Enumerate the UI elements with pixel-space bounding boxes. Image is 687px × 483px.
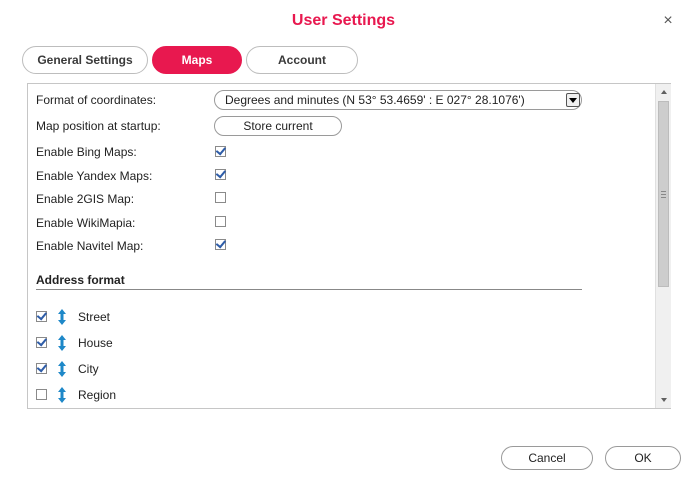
tab-maps[interactable]: Maps (152, 46, 242, 74)
ok-button[interactable]: OK (605, 446, 681, 470)
address-city-label: City (78, 362, 99, 376)
scroll-down-arrow-icon[interactable] (656, 392, 671, 408)
format-coordinates-select[interactable]: Degrees and minutes (N 53° 53.4659' : E … (214, 90, 582, 110)
address-city-checkbox[interactable] (36, 363, 47, 374)
maps-settings-content: Format of coordinates: Degrees and minut… (28, 84, 655, 408)
format-coordinates-label: Format of coordinates: (36, 93, 157, 107)
enable-2gis-checkbox[interactable] (215, 192, 226, 203)
enable-yandex-label: Enable Yandex Maps: (36, 169, 153, 183)
chevron-down-icon[interactable] (566, 93, 580, 107)
tab-general-settings[interactable]: General Settings (22, 46, 148, 74)
enable-wikimapia-checkbox[interactable] (215, 216, 226, 227)
address-street-checkbox[interactable] (36, 311, 47, 322)
close-icon[interactable]: × (661, 13, 675, 29)
address-region-checkbox[interactable] (36, 389, 47, 400)
updown-arrow-icon[interactable] (56, 334, 68, 352)
scrollbar-thumb[interactable] (658, 101, 669, 287)
cancel-button[interactable]: Cancel (501, 446, 593, 470)
grip-icon (661, 190, 666, 198)
address-house-checkbox[interactable] (36, 337, 47, 348)
enable-navitel-label: Enable Navitel Map: (36, 239, 144, 253)
updown-arrow-icon[interactable] (56, 360, 68, 378)
address-street-label: Street (78, 310, 111, 324)
dialog-title: User Settings (291, 12, 396, 29)
store-current-button[interactable]: Store current (214, 116, 342, 136)
format-coordinates-value: Degrees and minutes (N 53° 53.4659' : E … (225, 93, 525, 107)
updown-arrow-icon[interactable] (56, 308, 68, 326)
address-format-heading: Address format (36, 273, 125, 287)
section-divider (36, 289, 582, 290)
tab-account[interactable]: Account (246, 46, 358, 74)
enable-bing-label: Enable Bing Maps: (36, 145, 137, 159)
startup-position-label: Map position at startup: (36, 119, 161, 133)
enable-2gis-label: Enable 2GIS Map: (36, 192, 135, 206)
address-region-label: Region (78, 388, 117, 402)
enable-navitel-checkbox[interactable] (215, 239, 226, 250)
enable-wikimapia-label: Enable WikiMapia: (36, 216, 136, 230)
enable-bing-checkbox[interactable] (215, 146, 226, 157)
address-house-label: House (78, 336, 113, 350)
user-settings-dialog: User Settings × General Settings Maps Ac… (0, 0, 687, 483)
vertical-scrollbar[interactable] (655, 84, 671, 408)
scroll-up-arrow-icon[interactable] (656, 84, 671, 100)
enable-yandex-checkbox[interactable] (215, 169, 226, 180)
updown-arrow-icon[interactable] (56, 386, 68, 404)
maps-settings-panel: Format of coordinates: Degrees and minut… (27, 83, 671, 409)
